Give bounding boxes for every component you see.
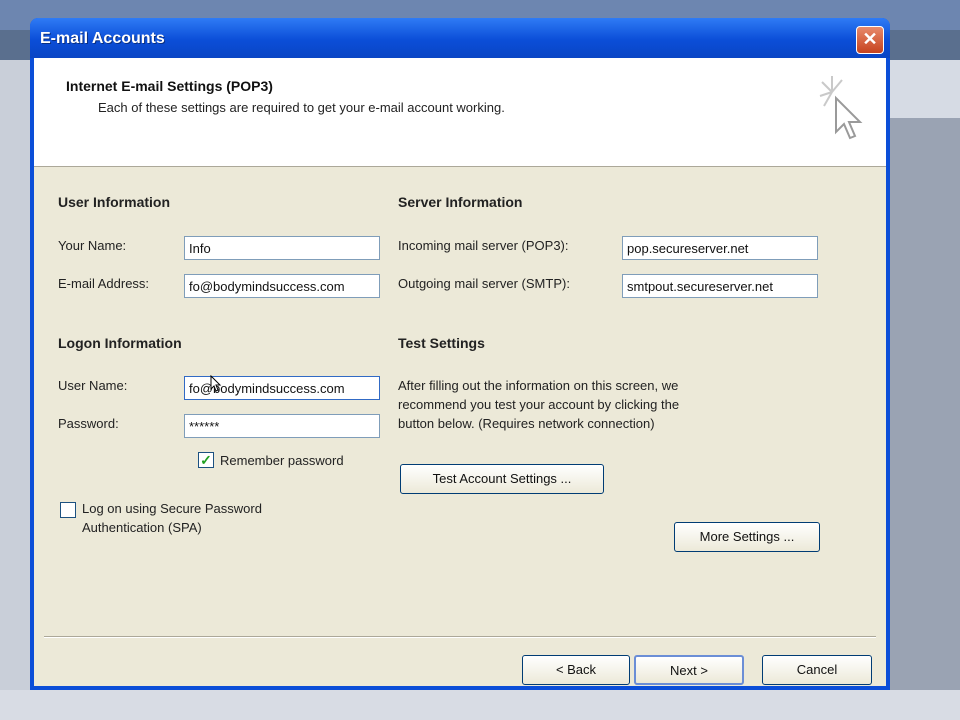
password-label: Password: [58,416,119,431]
test-desc-line3: button below. (Requires network connecti… [398,416,655,431]
wizard-cursor-icon [819,76,863,140]
next-button[interactable]: Next > [634,655,744,685]
remember-password-label: Remember password [220,453,344,468]
window-title: E-mail Accounts [40,30,165,47]
spa-label-line1: Log on using Secure Password [82,501,262,516]
user-name-label: User Name: [58,378,128,393]
password-field[interactable]: ****** [184,414,380,438]
incoming-server-label: Incoming mail server (POP3): [398,238,569,253]
incoming-server-field[interactable]: pop.secureserver.net [622,236,818,260]
wizard-header: Internet E-mail Settings (POP3) Each of … [34,58,886,167]
remember-password-checkbox[interactable]: ✓ [198,452,214,468]
desktop-bottom [0,690,960,720]
logon-info-heading: Logon Information [58,335,182,351]
test-account-settings-button[interactable]: Test Account Settings ... [400,464,604,494]
server-info-heading: Server Information [398,194,523,210]
test-desc-line1: After filling out the information on thi… [398,378,679,393]
email-address-field[interactable]: fo@bodymindsuccess.com [184,274,380,298]
your-name-label: Your Name: [58,238,127,253]
mouse-cursor-icon [210,375,222,392]
more-settings-button[interactable]: More Settings ... [674,522,820,552]
email-address-label: E-mail Address: [58,276,150,291]
desktop-right-panel [890,118,960,720]
user-info-heading: User Information [58,194,171,210]
email-accounts-dialog: E-mail Accounts ✕ Internet E-mail Settin… [30,18,890,690]
test-settings-heading: Test Settings [398,335,485,351]
header-title: Internet E-mail Settings (POP3) [66,78,273,94]
spa-label-line2: Authentication (SPA) [82,520,202,535]
title-bar[interactable]: E-mail Accounts ✕ [30,18,890,58]
dialog-client-area: Internet E-mail Settings (POP3) Each of … [34,58,886,686]
outgoing-server-label: Outgoing mail server (SMTP): [398,276,570,291]
your-name-field[interactable]: Info [184,236,380,260]
desktop-left-window [0,60,30,720]
back-button[interactable]: < Back [522,655,630,685]
close-button[interactable]: ✕ [856,26,884,54]
outgoing-server-field[interactable]: smtpout.secureserver.net [622,274,818,298]
cancel-button[interactable]: Cancel [762,655,872,685]
footer-separator [44,636,876,638]
spa-checkbox[interactable] [60,502,76,518]
header-subtitle: Each of these settings are required to g… [98,100,505,115]
test-desc-line2: recommend you test your account by click… [398,397,680,412]
